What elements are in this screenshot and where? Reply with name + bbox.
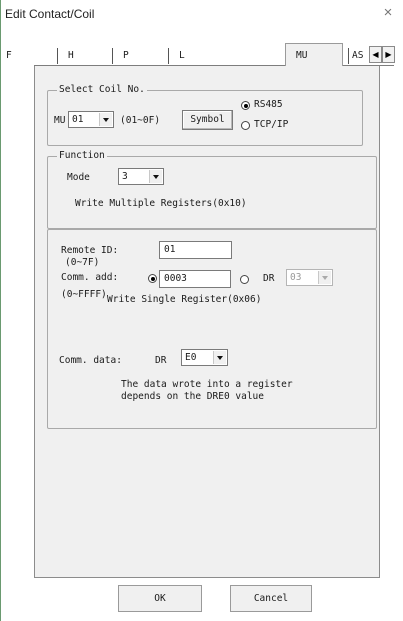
- window-title: Edit Contact/Coil: [5, 7, 95, 21]
- chevron-down-icon: [99, 113, 112, 126]
- comm-add-label: Comm. add:: [61, 272, 119, 283]
- comm-data-prefix: DR: [155, 355, 167, 366]
- comm-add-radio[interactable]: [148, 274, 157, 283]
- tab-scroll-right-icon[interactable]: ▶: [382, 46, 395, 63]
- coil-number-value: 01: [72, 114, 84, 125]
- tcpip-label: TCP/IP: [254, 119, 289, 130]
- comm-data-select[interactable]: E0: [181, 349, 228, 366]
- close-icon[interactable]: ×: [379, 4, 397, 22]
- dr-value: 03: [290, 272, 302, 283]
- function-legend: Function: [57, 150, 107, 161]
- tab-l[interactable]: L: [179, 46, 185, 66]
- tab-separator: [168, 48, 169, 64]
- function-description: Write Multiple Registers(0x10): [75, 198, 247, 209]
- single-register-text: Write Single Register(0x06): [107, 294, 262, 305]
- rs485-radio[interactable]: [241, 101, 250, 110]
- select-coil-legend: Select Coil No.: [57, 84, 147, 95]
- tcpip-radio[interactable]: [241, 121, 250, 130]
- edit-contact-coil-dialog: Edit Contact/Coil × F H P L MU AS ◀ ▶ Se…: [0, 0, 403, 621]
- coil-prefix-label: MU: [54, 115, 66, 126]
- comm-add-range: (0~FFFF): [61, 289, 107, 300]
- note-line-1: The data wrote into a register: [121, 379, 293, 390]
- comm-data-label: Comm. data:: [59, 355, 122, 366]
- function-group: [47, 156, 377, 229]
- chevron-down-icon: [318, 271, 331, 284]
- tab-h[interactable]: H: [68, 46, 74, 66]
- tab-scroll-left-icon[interactable]: ◀: [369, 46, 382, 63]
- tab-as[interactable]: AS: [352, 46, 363, 66]
- chevron-down-icon: [213, 351, 226, 364]
- remote-id-range: (0~7F): [65, 257, 100, 268]
- chevron-down-icon: [149, 170, 162, 183]
- dr-radio[interactable]: [240, 275, 249, 284]
- tab-mu[interactable]: MU: [296, 46, 307, 66]
- note-line-2: depends on the DRE0 value: [121, 391, 264, 402]
- dr-select[interactable]: 03: [286, 269, 333, 286]
- symbol-button[interactable]: Symbol: [182, 110, 233, 130]
- active-tab-highlight: [285, 43, 343, 67]
- coil-number-select[interactable]: 01: [68, 111, 114, 128]
- comm-data-value: E0: [185, 352, 197, 363]
- tab-separator: [57, 48, 58, 64]
- tab-separator: [348, 48, 349, 64]
- dr-label: DR: [263, 273, 275, 284]
- title-bar: Edit Contact/Coil ×: [1, 0, 403, 28]
- mode-value: 3: [122, 171, 128, 182]
- remote-id-label: Remote ID:: [61, 245, 119, 256]
- rs485-label: RS485: [254, 99, 283, 110]
- cancel-button[interactable]: Cancel: [230, 585, 312, 612]
- ok-button[interactable]: OK: [118, 585, 202, 612]
- mode-select[interactable]: 3: [118, 168, 164, 185]
- tab-p[interactable]: P: [123, 46, 129, 66]
- tab-strip: F H P L MU AS ◀ ▶: [6, 43, 395, 67]
- tab-f[interactable]: F: [6, 46, 12, 66]
- comm-add-input[interactable]: 0003: [159, 270, 231, 288]
- remote-id-input[interactable]: 01: [159, 241, 232, 259]
- mode-label: Mode: [67, 172, 90, 183]
- coil-range-label: (01~0F): [120, 115, 161, 126]
- tab-separator: [112, 48, 113, 64]
